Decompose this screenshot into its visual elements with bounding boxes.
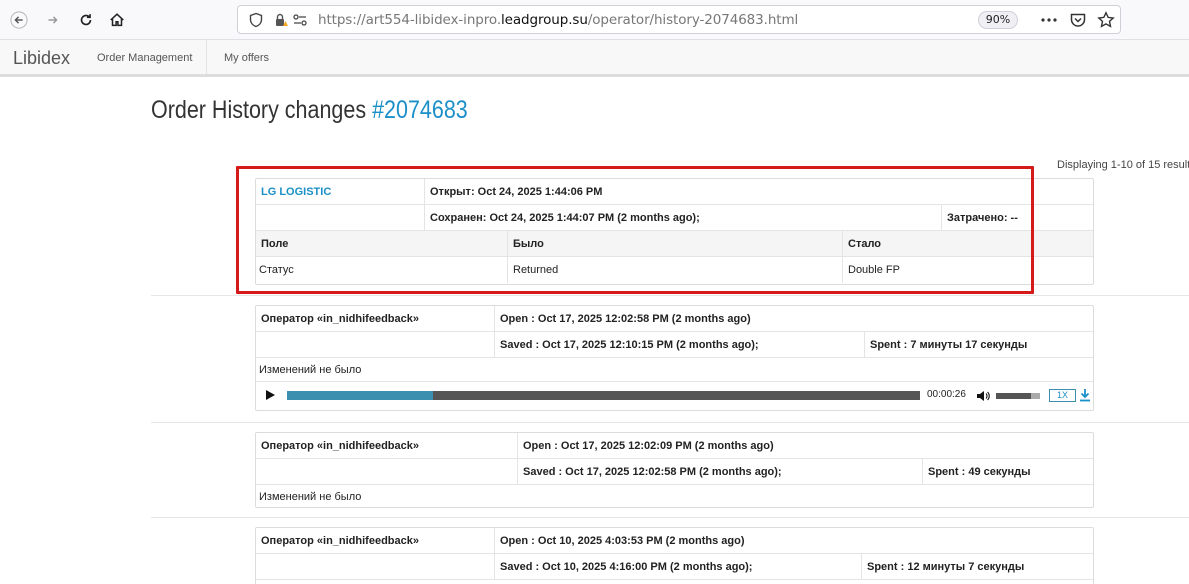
arrow-left-icon	[10, 11, 28, 29]
highlight-box	[236, 166, 1034, 294]
pagination-summary: Displaying 1-10 of 15 result	[1057, 159, 1189, 171]
entry-opened: Open : Oct 10, 2025 4:03:53 PM (2 months…	[494, 528, 745, 553]
entry-saved: Saved : Oct 17, 2025 12:10:15 PM (2 mont…	[494, 332, 864, 357]
pocket-icon	[1070, 13, 1086, 27]
arrow-right-icon	[48, 16, 58, 24]
no-changes-text: Изменений не было	[259, 491, 362, 503]
browser-toolbar: https://art554-libidex-inpro.leadgroup.s…	[0, 0, 1189, 40]
app-navbar: Libidex Order Management My offers	[0, 40, 1189, 77]
no-changes-row: Изменений не было	[256, 358, 1093, 382]
forward-button[interactable]	[39, 6, 67, 34]
no-changes-text: Изменений не было	[259, 363, 362, 376]
nav-item-my-offers[interactable]: My offers	[224, 40, 269, 74]
entry-author: Оператор «in_nidhifeedback»	[261, 534, 419, 547]
home-button[interactable]	[103, 6, 131, 34]
entry-saved-row: Saved : Oct 17, 2025 12:10:15 PM (2 mont…	[256, 332, 1093, 358]
shield-icon[interactable]	[248, 12, 264, 28]
entry-header-row: Оператор «in_nidhifeedback» Open : Oct 1…	[256, 306, 1093, 332]
history-entry: Оператор «in_nidhifeedback» Open : Oct 1…	[255, 527, 1094, 584]
entry-spent: Spent : 12 минуты 7 секунды	[861, 554, 1024, 579]
download-icon[interactable]	[1079, 388, 1091, 402]
entry-header-row: Оператор «in_nidhifeedback» Open : Oct 1…	[256, 528, 1093, 554]
nav-divider	[206, 40, 207, 74]
audio-progress-fill	[287, 391, 433, 400]
volume-slider[interactable]	[996, 393, 1040, 399]
entry-spent: Spent : 7 минуты 17 секунды	[864, 332, 1027, 357]
page-title: Order History changes #2074683	[151, 96, 468, 124]
entry-saved-row: Saved : Oct 10, 2025 4:16:00 PM (2 month…	[256, 554, 1093, 580]
more-icon	[1041, 18, 1057, 22]
history-entry: Оператор «in_nidhifeedback» Open : Oct 1…	[255, 432, 1094, 508]
zoom-level[interactable]: 90%	[978, 11, 1018, 29]
bookmark-button[interactable]	[1097, 11, 1115, 29]
entry-saved-row: Saved : Oct 17, 2025 12:02:58 PM (2 mont…	[256, 459, 1093, 485]
nav-item-order-management[interactable]: Order Management	[97, 40, 192, 74]
entry-spent: Spent : 49 секунды	[922, 459, 1031, 484]
audio-time: 00:00:26	[927, 389, 966, 400]
no-changes-row: Изменений не было	[256, 485, 1093, 509]
url-text: https://art554-libidex-inpro.leadgroup.s…	[318, 12, 799, 28]
reload-button[interactable]	[72, 6, 100, 34]
history-entry: Оператор «in_nidhifeedback» Open : Oct 1…	[255, 305, 1094, 411]
entry-saved: Saved : Oct 10, 2025 4:16:00 PM (2 month…	[494, 554, 861, 579]
address-bar[interactable]: https://art554-libidex-inpro.leadgroup.s…	[237, 5, 1121, 34]
entry-saved: Saved : Oct 17, 2025 12:02:58 PM (2 mont…	[517, 459, 922, 484]
entry-opened: Open : Oct 17, 2025 12:02:09 PM (2 month…	[517, 433, 774, 458]
volume-fill	[996, 393, 1032, 399]
audio-progress-bar[interactable]	[287, 391, 920, 400]
entry-author: Оператор «in_nidhifeedback»	[261, 439, 419, 452]
brand-logo[interactable]: Libidex	[13, 48, 70, 69]
entry-divider	[151, 517, 1189, 518]
entry-divider	[151, 295, 1189, 296]
entry-header-row: Оператор «in_nidhifeedback» Open : Oct 1…	[256, 433, 1093, 459]
speed-button[interactable]: 1X	[1049, 389, 1076, 402]
permissions-icon[interactable]	[292, 12, 308, 28]
entry-author: Оператор «in_nidhifeedback»	[261, 312, 419, 325]
menu-button[interactable]	[1040, 11, 1058, 29]
entry-divider	[151, 422, 1189, 423]
reload-icon	[80, 14, 92, 26]
volume-icon[interactable]	[976, 389, 990, 403]
back-button[interactable]	[5, 6, 33, 34]
entry-opened: Open : Oct 17, 2025 12:02:58 PM (2 month…	[494, 306, 751, 331]
audio-player: 00:00:26 1X	[256, 383, 1093, 409]
order-number-link[interactable]: #2074683	[372, 96, 468, 124]
pocket-button[interactable]	[1069, 11, 1087, 29]
play-icon[interactable]	[266, 390, 275, 400]
insecure-lock-icon[interactable]	[273, 12, 289, 28]
star-icon	[1097, 11, 1115, 28]
home-icon	[110, 13, 124, 27]
